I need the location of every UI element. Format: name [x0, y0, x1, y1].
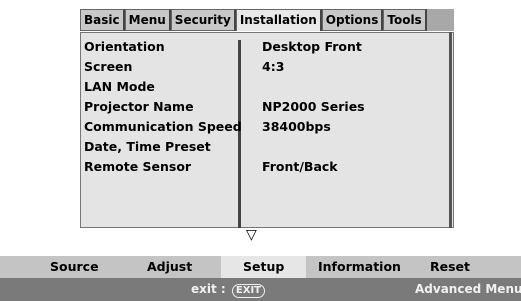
- tab-options[interactable]: Options: [321, 9, 384, 31]
- tab-installation[interactable]: Installation: [235, 9, 322, 31]
- tab-bar-filler: [426, 9, 454, 31]
- menu-adjust[interactable]: Adjust: [147, 259, 192, 274]
- menu-information[interactable]: Information: [318, 259, 401, 274]
- menu-source[interactable]: Source: [50, 259, 99, 274]
- setting-value-projector-name[interactable]: NP2000 Series: [262, 99, 365, 114]
- setting-value-orientation[interactable]: Desktop Front: [262, 39, 362, 54]
- panel-edge: [449, 32, 452, 228]
- setting-label-orientation[interactable]: Orientation: [84, 39, 165, 54]
- setting-label-remote-sensor[interactable]: Remote Sensor: [84, 159, 191, 174]
- setting-label-projector-name[interactable]: Projector Name: [84, 99, 194, 114]
- menu-setup[interactable]: Setup: [221, 256, 307, 278]
- tab-basic[interactable]: Basic: [80, 9, 125, 31]
- main-menu-bar: Source Adjust Setup Information Reset: [0, 256, 521, 278]
- setting-value-screen[interactable]: 4:3: [262, 59, 284, 74]
- setting-label-screen[interactable]: Screen: [84, 59, 132, 74]
- menu-reset[interactable]: Reset: [430, 259, 470, 274]
- exit-label: exit :: [191, 282, 226, 296]
- scroll-down-icon: ▽: [246, 227, 257, 243]
- setting-label-communication-speed[interactable]: Communication Speed: [84, 119, 242, 134]
- tab-bar: Basic Menu Security Installation Options…: [80, 9, 454, 31]
- panel-divider: [238, 40, 241, 228]
- setting-label-lan-mode[interactable]: LAN Mode: [84, 79, 155, 94]
- tab-security[interactable]: Security: [170, 9, 236, 31]
- exit-key-icon: EXIT: [231, 284, 265, 298]
- setting-value-communication-speed[interactable]: 38400bps: [262, 119, 331, 134]
- exit-hint: exit : EXIT: [191, 282, 265, 298]
- setting-label-date-time-preset[interactable]: Date, Time Preset: [84, 139, 211, 154]
- tab-menu[interactable]: Menu: [124, 9, 171, 31]
- status-bar: exit : EXIT Advanced Menu: [0, 278, 521, 301]
- tab-tools[interactable]: Tools: [383, 9, 427, 31]
- setting-value-remote-sensor[interactable]: Front/Back: [262, 159, 338, 174]
- advanced-menu-link[interactable]: Advanced Menu: [415, 282, 521, 296]
